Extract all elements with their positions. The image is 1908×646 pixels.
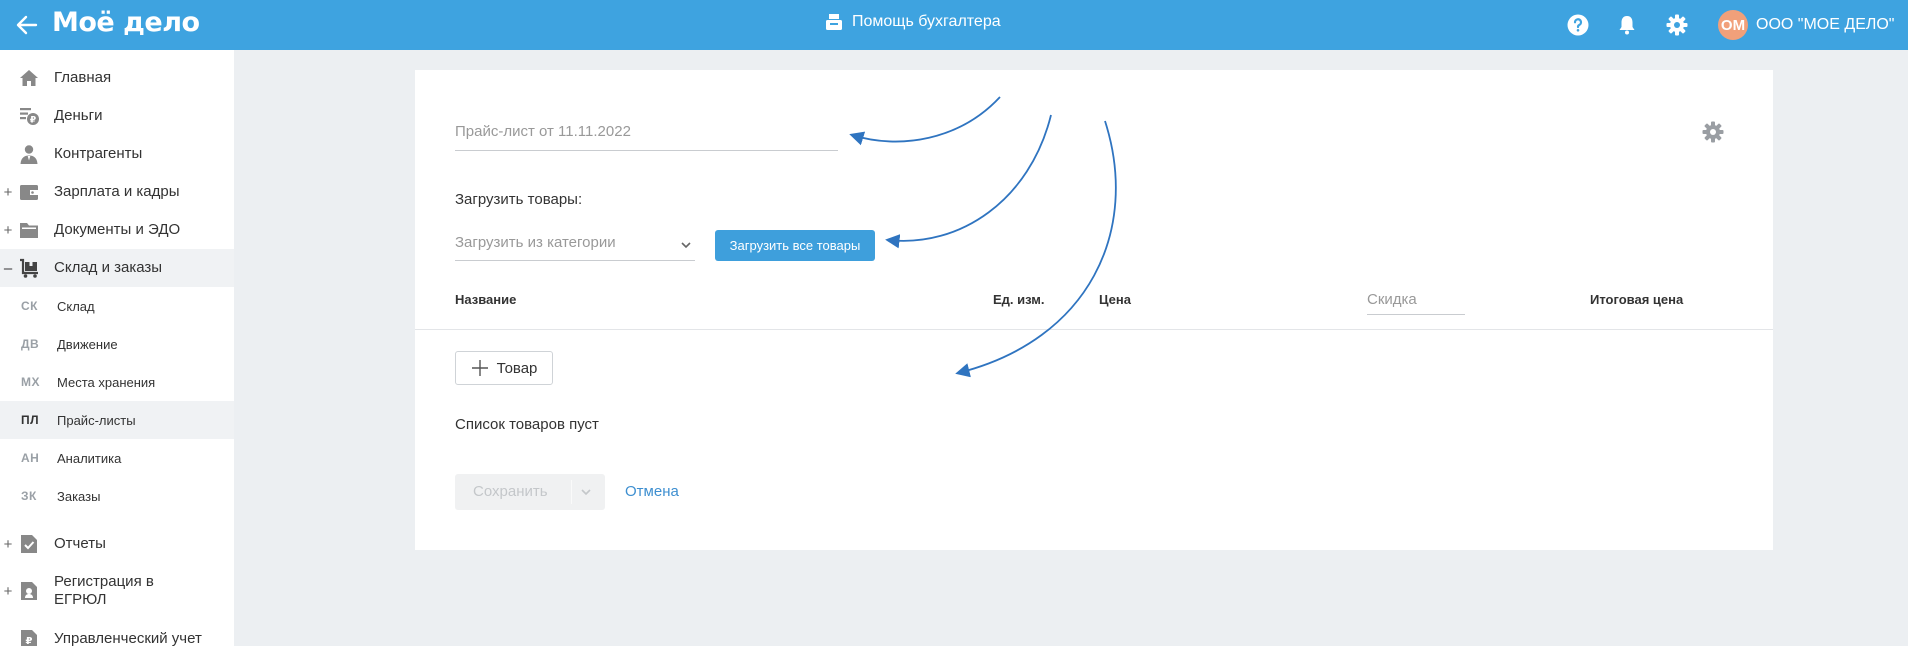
empty-list-message: Список товаров пуст — [455, 416, 599, 433]
collapse-icon[interactable]: – — [2, 260, 14, 277]
sidebar-subitem-orders[interactable]: ЗК Заказы — [0, 477, 234, 515]
table-header-divider — [415, 329, 1773, 330]
chevron-down-icon — [681, 242, 691, 249]
svg-text:₽: ₽ — [26, 636, 33, 646]
subitem-label: Заказы — [57, 488, 101, 504]
sidebar-item-warehouse[interactable]: – Склад и заказы — [0, 249, 234, 287]
sidebar-item-registration[interactable]: + Регистрация в ЕГРЮЛ — [0, 569, 234, 613]
subitem-abbr: АН — [21, 451, 40, 465]
price-list-title-input[interactable]: Прайс-лист от 11.11.2022 — [455, 122, 838, 151]
subitem-label: Места хранения — [57, 374, 156, 390]
sidebar-item-label: Регистрация в ЕГРЮЛ — [54, 573, 154, 608]
subitem-abbr: ЗК — [21, 489, 37, 503]
discount-input[interactable]: Скидка — [1367, 292, 1465, 315]
sidebar-subitem-analytics[interactable]: АН Аналитика — [0, 439, 234, 477]
sidebar-item-label: Контрагенты — [54, 145, 143, 162]
sidebar-subitem-stock[interactable]: СК Склад — [0, 287, 234, 325]
sidebar-item-money[interactable]: ₽ Деньги — [0, 97, 234, 135]
sidebar-item-label: Главная — [54, 69, 112, 86]
column-header-name: Название — [455, 292, 517, 307]
bell-icon[interactable] — [1615, 13, 1639, 37]
sidebar-item-label: Отчеты — [54, 535, 106, 552]
avatar[interactable]: ОМ — [1718, 10, 1748, 40]
sidebar-item-label: Деньги — [54, 107, 103, 124]
warehouse-cart-icon — [20, 258, 38, 278]
sidebar-item-reports[interactable]: + Отчеты — [0, 525, 234, 563]
column-header-total: Итоговая цена — [1590, 292, 1684, 307]
sidebar: Главная ₽ Деньги Контрагенты + Зарплата … — [0, 50, 234, 646]
top-bar: Моё дело Помощь бухгалтера ОМ ООО "МОЕ Д… — [0, 0, 1908, 50]
save-button[interactable]: Сохранить — [455, 474, 605, 510]
wallet-icon — [20, 185, 38, 200]
contractor-icon — [20, 145, 38, 164]
help-icon[interactable] — [1566, 13, 1590, 37]
column-header-price: Цена — [1099, 292, 1131, 307]
sidebar-subitem-price-lists[interactable]: ПЛ Прайс-листы — [0, 401, 234, 439]
app-logo[interactable]: Моё дело — [52, 7, 200, 38]
price-list-form: Прайс-лист от 11.11.2022 Загрузить товар… — [415, 70, 1773, 550]
expand-icon[interactable]: + — [2, 583, 14, 600]
expand-icon[interactable]: + — [2, 222, 14, 239]
sidebar-item-label: Управленческий учет — [54, 630, 202, 646]
subitem-abbr: МХ — [21, 375, 40, 389]
chevron-down-icon[interactable] — [579, 485, 593, 499]
cancel-link[interactable]: Отмена — [625, 483, 679, 500]
subitem-abbr: ДВ — [21, 337, 40, 351]
load-all-products-button[interactable]: Загрузить все товары — [715, 230, 875, 261]
expand-icon[interactable]: + — [2, 184, 14, 201]
column-header-unit: Ед. изм. — [993, 292, 1045, 307]
sidebar-item-management[interactable]: ₽ Управленческий учет — [0, 620, 234, 646]
help-center-link[interactable]: Помощь бухгалтера — [824, 12, 1001, 32]
subitem-label: Прайс-листы — [57, 412, 136, 428]
add-product-button[interactable]: Товар — [455, 351, 553, 385]
home-icon — [20, 70, 38, 86]
add-product-label: Товар — [496, 359, 538, 377]
gear-icon[interactable] — [1665, 13, 1689, 37]
category-select-placeholder: Загрузить из категории — [455, 234, 616, 251]
save-button-divider — [571, 480, 572, 504]
sidebar-item-contractors[interactable]: Контрагенты — [0, 135, 234, 173]
sidebar-item-label: Зарплата и кадры — [54, 183, 180, 200]
sidebar-subitem-movement[interactable]: ДВ Движение — [0, 325, 234, 363]
svg-text:₽: ₽ — [30, 116, 36, 126]
registration-doc-icon — [21, 582, 37, 600]
management-ruble-icon: ₽ — [21, 630, 37, 646]
company-name[interactable]: ООО "МОЕ ДЕЛО" — [1756, 16, 1894, 34]
money-icon: ₽ — [20, 108, 39, 126]
back-arrow-icon[interactable] — [14, 12, 40, 38]
sidebar-item-documents[interactable]: + Документы и ЭДО — [0, 211, 234, 249]
expand-icon[interactable]: + — [2, 536, 14, 553]
sidebar-item-payroll[interactable]: + Зарплата и кадры — [0, 173, 234, 211]
load-products-label: Загрузить товары: — [455, 191, 583, 208]
cash-register-icon — [826, 14, 842, 30]
folder-icon — [20, 223, 38, 238]
category-select[interactable]: Загрузить из категории — [455, 234, 695, 261]
sidebar-subitem-storage-places[interactable]: МХ Места хранения — [0, 363, 234, 401]
settings-gear-icon[interactable] — [1701, 120, 1725, 144]
sidebar-item-label: Склад и заказы — [54, 259, 163, 276]
sidebar-item-label: Документы и ЭДО — [54, 221, 181, 238]
subitem-label: Аналитика — [57, 450, 122, 466]
subitem-label: Склад — [57, 298, 95, 314]
subitem-label: Движение — [57, 336, 118, 352]
plus-icon — [471, 360, 488, 376]
save-button-label: Сохранить — [473, 483, 548, 500]
subitem-abbr: ПЛ — [21, 413, 40, 427]
help-center-label: Помощь бухгалтера — [852, 13, 1001, 30]
subitem-abbr: СК — [21, 299, 38, 313]
report-check-icon — [21, 535, 37, 553]
sidebar-item-home[interactable]: Главная — [0, 59, 234, 97]
